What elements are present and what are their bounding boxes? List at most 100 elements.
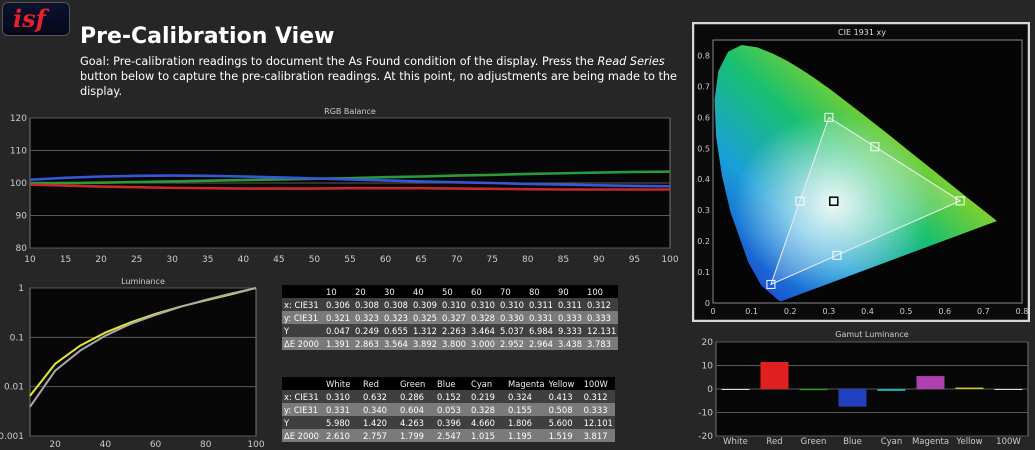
table-cell: 0.249 bbox=[353, 324, 382, 337]
table-cell: 0.219 bbox=[469, 390, 506, 403]
x-tick-label: 10 bbox=[24, 255, 36, 265]
column-header: 20 bbox=[353, 285, 382, 298]
y-tick-label: 110 bbox=[10, 147, 27, 157]
table-cell: 3.783 bbox=[585, 337, 619, 350]
logo-text: isf bbox=[13, 4, 46, 33]
table-cell: 0.328 bbox=[469, 311, 498, 324]
table-cell: 0.047 bbox=[324, 324, 353, 337]
table-cell: 0.333 bbox=[556, 311, 585, 324]
x-tick-label: 15 bbox=[60, 255, 71, 265]
table-cell: 0.286 bbox=[398, 390, 435, 403]
table-cell: 0.396 bbox=[435, 416, 469, 429]
x-tick-label: Blue bbox=[843, 437, 862, 447]
table-cell: 0.310 bbox=[324, 390, 361, 403]
y-tick-label: 0.001 bbox=[0, 432, 24, 442]
table-row: y: CIE31 0.331 0.340 0.604 0.053 0.328 0.155 0.… bbox=[282, 403, 615, 416]
x-tick-label: 0.4 bbox=[861, 307, 874, 316]
table-cell: 1.391 bbox=[324, 337, 353, 350]
table-cell: 2.952 bbox=[498, 337, 527, 350]
table-cell: 0.655 bbox=[382, 324, 411, 337]
table-cell: 1.799 bbox=[398, 429, 435, 442]
x-tick-label: 40 bbox=[238, 255, 250, 265]
column-header: Green bbox=[398, 377, 435, 390]
x-tick-label: 45 bbox=[273, 255, 284, 265]
x-tick-label: 50 bbox=[309, 255, 321, 265]
bar-100w bbox=[994, 389, 1023, 390]
bar-green bbox=[799, 389, 828, 391]
y-tick-label: 0 bbox=[707, 385, 713, 395]
chart-title: RGB Balance bbox=[324, 107, 376, 116]
table-cell: 0.413 bbox=[546, 390, 582, 403]
table-cell: 2.547 bbox=[435, 429, 469, 442]
bar-blue bbox=[838, 389, 867, 407]
table-cell: 2.863 bbox=[353, 337, 382, 350]
table-cell: 0.308 bbox=[382, 298, 411, 311]
y-tick-label: 0.6 bbox=[697, 113, 710, 122]
chart-title: Gamut Luminance bbox=[835, 330, 908, 339]
read-series-emphasis: Read Series bbox=[597, 55, 665, 68]
luminance-chart: Luminance 1 0.1 0.01 0.001 20 40 60 80 100 bbox=[0, 277, 265, 450]
column-header: 100W bbox=[581, 377, 615, 390]
table-cell: 3.817 bbox=[581, 429, 615, 442]
column-header: 30 bbox=[382, 285, 411, 298]
table-cell: 0.310 bbox=[440, 298, 469, 311]
table-header-row: 10 20 30 40 50 60 70 80 90 100 bbox=[282, 285, 619, 298]
table-cell: 0.312 bbox=[581, 390, 615, 403]
goal-suffix: button below to capture the pre-calibrat… bbox=[80, 70, 677, 98]
row-label: Y bbox=[282, 324, 324, 337]
table-row: Y 5.980 1.420 4.263 0.396 4.660 1.806 5.600 12.1… bbox=[282, 416, 615, 429]
table-row: ΔE 2000 1.391 2.863 3.564 3.892 3.800 3.000 2.9… bbox=[282, 337, 619, 350]
color-data-table: White Red Green Blue Cyan Magenta Yellow 100W x:… bbox=[282, 377, 615, 442]
bar-yellow bbox=[955, 387, 984, 389]
column-header bbox=[282, 285, 324, 298]
table-cell: 1.015 bbox=[469, 429, 506, 442]
x-tick-label: 55 bbox=[344, 255, 355, 265]
table-cell: 9.333 bbox=[556, 324, 585, 337]
x-tick-label: 20 bbox=[95, 255, 107, 265]
column-header bbox=[282, 377, 324, 390]
table-cell: 0.328 bbox=[469, 403, 506, 416]
table-cell: 0.312 bbox=[585, 298, 619, 311]
bar-white bbox=[721, 389, 750, 390]
table-cell: 5.037 bbox=[498, 324, 527, 337]
column-header: 40 bbox=[411, 285, 440, 298]
table-cell: 0.310 bbox=[498, 298, 527, 311]
row-label: x: CIE31 bbox=[282, 298, 324, 311]
table-cell: 1.806 bbox=[506, 416, 547, 429]
x-tick-label: 70 bbox=[451, 255, 463, 265]
x-tick-label: 0.5 bbox=[900, 307, 913, 316]
bar-magenta bbox=[916, 376, 945, 389]
x-tick-label: White bbox=[723, 437, 748, 447]
chart-title: CIE 1931 xy bbox=[838, 28, 886, 37]
bar-red bbox=[760, 361, 789, 389]
x-tick-label: 65 bbox=[415, 255, 426, 265]
column-header: Cyan bbox=[469, 377, 506, 390]
y-tick-label: 0.5 bbox=[697, 144, 710, 153]
column-header: 10 bbox=[324, 285, 353, 298]
table-cell: 2.263 bbox=[440, 324, 469, 337]
y-tick-label: 0.3 bbox=[697, 206, 710, 215]
gamut-luminance-chart: Gamut Luminance 20 10 0 -10 -20 White Red Green B… bbox=[698, 330, 1029, 447]
chart-title: Luminance bbox=[121, 277, 165, 286]
column-header: White bbox=[324, 377, 361, 390]
x-tick-label: 30 bbox=[166, 255, 178, 265]
table-cell: 0.323 bbox=[353, 311, 382, 324]
table-cell: 6.984 bbox=[527, 324, 556, 337]
x-tick-label: 75 bbox=[486, 255, 497, 265]
table-cell: 0.340 bbox=[361, 403, 398, 416]
x-tick-label: 85 bbox=[558, 255, 569, 265]
page-title: Pre-Calibration View bbox=[80, 24, 335, 49]
table-cell: 3.564 bbox=[382, 337, 411, 350]
y-tick-label: 0.1 bbox=[697, 268, 710, 277]
x-tick-label: 90 bbox=[593, 255, 605, 265]
x-tick-label: 100 bbox=[247, 440, 264, 450]
table-cell: 0.508 bbox=[546, 403, 582, 416]
rgb-balance-chart: RGB Balance 80 90 100 110 120 10 15 20 25 30 35 40 45… bbox=[10, 107, 679, 265]
table-cell: 0.310 bbox=[469, 298, 498, 311]
table-cell: 0.311 bbox=[527, 298, 556, 311]
table-cell: 4.660 bbox=[469, 416, 506, 429]
column-header: 80 bbox=[527, 285, 556, 298]
y-tick-label: 1 bbox=[18, 284, 24, 294]
x-tick-label: 0.3 bbox=[823, 307, 836, 316]
table-cell: 4.263 bbox=[398, 416, 435, 429]
